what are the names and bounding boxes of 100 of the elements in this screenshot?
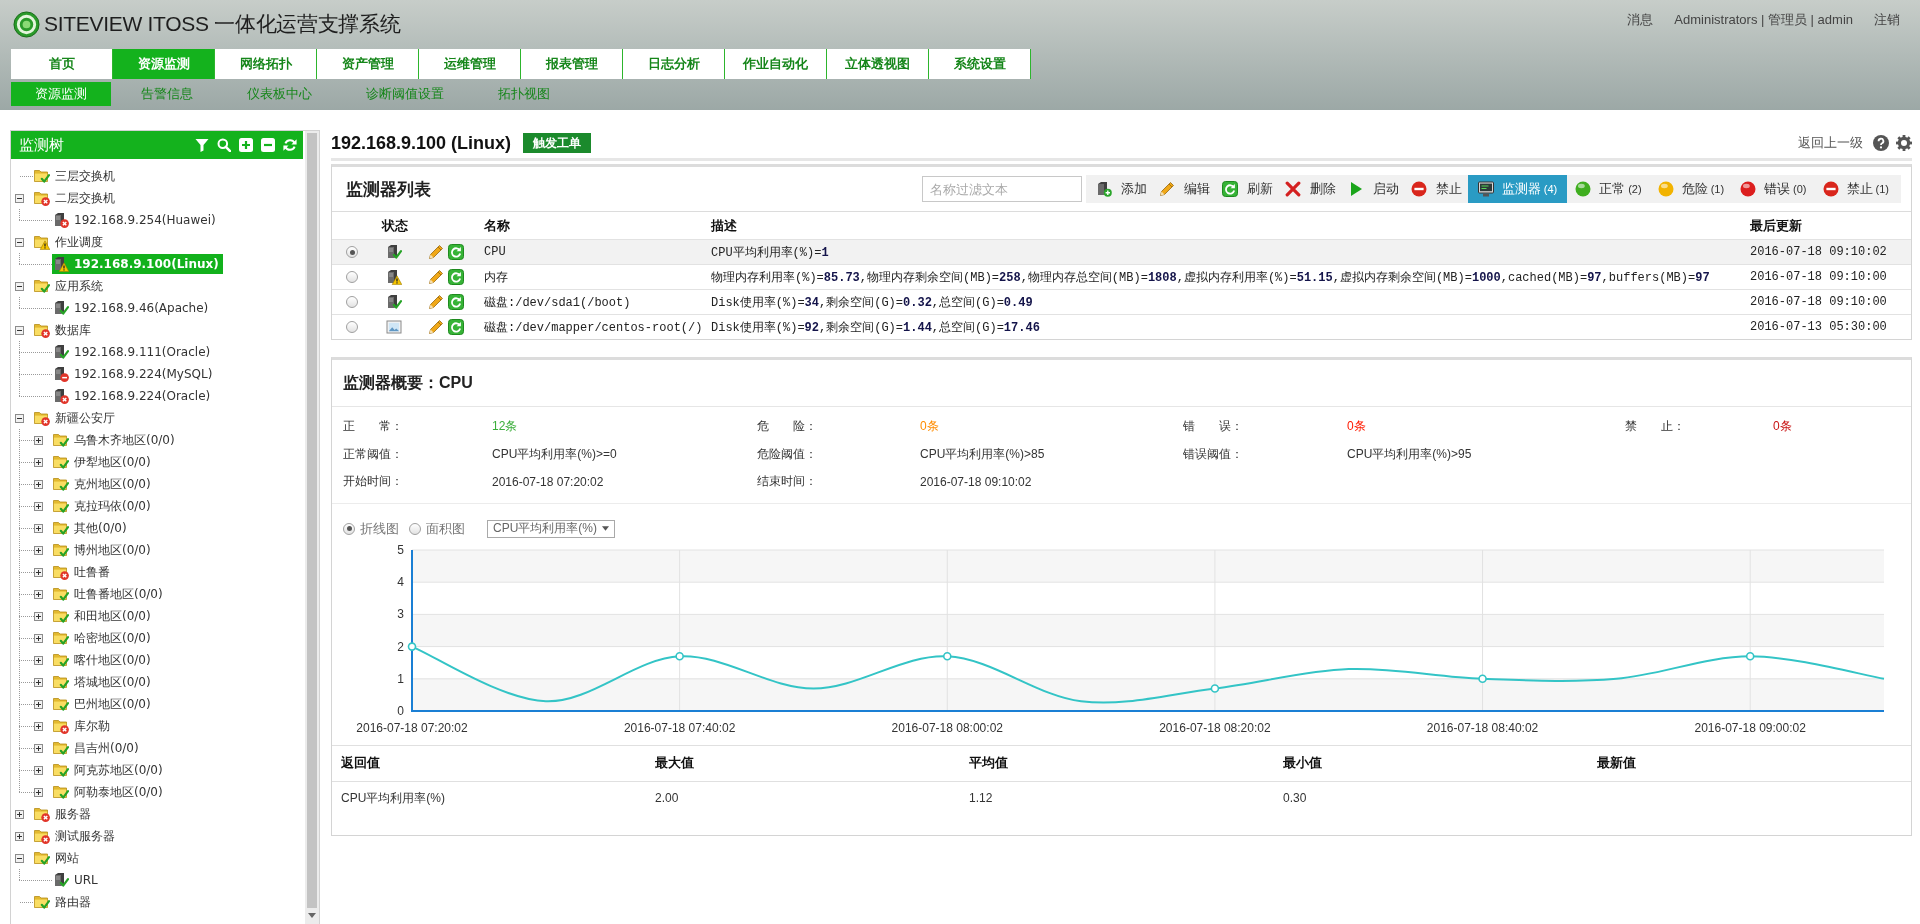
refresh-button[interactable]: 刷新: [1215, 175, 1279, 203]
tree-item[interactable]: 192.168.9.224(Oracle): [52, 386, 215, 406]
radio-label[interactable]: 折线图: [360, 519, 399, 538]
delete-button[interactable]: 删除: [1278, 175, 1342, 203]
tree-item[interactable]: 伊犁地区(0/0): [52, 452, 155, 472]
tree-item[interactable]: 二层交换机: [33, 188, 119, 208]
expand-icon[interactable]: [34, 655, 43, 665]
row-radio[interactable]: [346, 296, 358, 308]
tree-item[interactable]: 克拉玛依(0/0): [52, 496, 155, 516]
start-button[interactable]: 启动: [1341, 175, 1405, 203]
tree-item[interactable]: 阿勒泰地区(0/0): [52, 782, 167, 802]
row-radio[interactable]: [346, 271, 358, 283]
expand-icon[interactable]: [34, 633, 43, 643]
filter-tab[interactable]: 危险 (1): [1649, 175, 1733, 203]
tree-item[interactable]: 应用系统: [33, 276, 107, 296]
minus-square-icon[interactable]: [261, 138, 275, 152]
tree-item[interactable]: 路由器: [33, 892, 95, 912]
expand-icon[interactable]: [34, 457, 43, 467]
tree-item[interactable]: 192.168.9.111(Oracle): [52, 342, 215, 362]
tree-item[interactable]: 192.168.9.224(MySQL): [52, 364, 217, 384]
filter-tab[interactable]: 禁止 (1): [1814, 175, 1897, 203]
expand-icon[interactable]: [34, 699, 43, 709]
tree-item[interactable]: 测试服务器: [33, 826, 119, 846]
scroll-arrow-icon[interactable]: [308, 913, 316, 918]
scrollbar[interactable]: [305, 131, 319, 924]
refresh-icon[interactable]: [448, 269, 464, 285]
metric-select[interactable]: CPU平均利用率(%): [487, 519, 615, 538]
header-link[interactable]: Administrators | 管理员 | admin: [1674, 11, 1853, 29]
expand-icon[interactable]: [34, 567, 43, 577]
disable-button[interactable]: 禁止: [1404, 175, 1468, 203]
expand-icon[interactable]: [15, 809, 24, 819]
tree-item[interactable]: 新疆公安厅: [33, 408, 119, 428]
expand-icon[interactable]: [34, 677, 43, 687]
nav-tab[interactable]: 资产管理: [317, 49, 419, 79]
nav-tab[interactable]: 报表管理: [521, 49, 623, 79]
nav-tab[interactable]: 首页: [11, 49, 113, 79]
filter-tab[interactable]: 正常 (2): [1567, 175, 1650, 203]
tree-item[interactable]: 塔城地区(0/0): [52, 672, 155, 692]
expand-icon[interactable]: [34, 721, 43, 731]
tree-item[interactable]: 哈密地区(0/0): [52, 628, 155, 648]
tree-item[interactable]: 博州地区(0/0): [52, 540, 155, 560]
expand-icon[interactable]: [15, 831, 24, 841]
nav-tab[interactable]: 运维管理: [419, 49, 521, 79]
expand-icon[interactable]: [34, 787, 43, 797]
expand-icon[interactable]: [34, 479, 43, 489]
back-link[interactable]: 返回上一级: [1798, 134, 1863, 152]
plus-square-icon[interactable]: [239, 138, 253, 152]
tree-item[interactable]: 和田地区(0/0): [52, 606, 155, 626]
radio-label[interactable]: 面积图: [426, 519, 465, 538]
tree-item[interactable]: 网站: [33, 848, 83, 868]
search-icon[interactable]: [217, 138, 231, 152]
tree-item[interactable]: 三层交换机: [33, 166, 119, 186]
tree-item[interactable]: 数据库: [33, 320, 95, 340]
tree-item[interactable]: 乌鲁木齐地区(0/0): [52, 430, 179, 450]
expand-icon[interactable]: [34, 435, 43, 445]
refresh-icon[interactable]: [448, 294, 464, 310]
header-link[interactable]: 注销: [1874, 11, 1900, 29]
expand-icon[interactable]: [34, 765, 43, 775]
nav-tab[interactable]: 作业自动化: [725, 49, 827, 79]
help-icon[interactable]: [1873, 135, 1889, 151]
expand-icon[interactable]: [34, 611, 43, 621]
header-link[interactable]: 消息: [1627, 11, 1654, 29]
nav-tab[interactable]: 系统设置: [929, 49, 1031, 79]
nav-tab[interactable]: 网络拓扑: [215, 49, 317, 79]
collapse-icon[interactable]: [15, 413, 24, 423]
tree-item[interactable]: 喀什地区(0/0): [52, 650, 155, 670]
pencil-icon[interactable]: [428, 294, 444, 310]
tree-item[interactable]: 吐鲁番: [52, 562, 114, 582]
row-radio[interactable]: [346, 321, 358, 333]
tree-item[interactable]: 吐鲁番地区(0/0): [52, 584, 167, 604]
tree-item[interactable]: 其他(0/0): [52, 518, 131, 538]
tree-item[interactable]: 克州地区(0/0): [52, 474, 155, 494]
filter-icon[interactable]: [195, 138, 209, 152]
filter-tab[interactable]: 错误 (0): [1732, 175, 1815, 203]
tree-item[interactable]: 192.168.9.46(Apache): [52, 298, 213, 318]
tree-item[interactable]: 库尔勒: [52, 716, 114, 736]
refresh-icon[interactable]: [448, 319, 464, 335]
expand-icon[interactable]: [34, 589, 43, 599]
collapse-icon[interactable]: [15, 193, 24, 203]
tree-item[interactable]: 巴州地区(0/0): [52, 694, 155, 714]
tree-item[interactable]: 服务器: [33, 804, 95, 824]
expand-icon[interactable]: [34, 501, 43, 511]
nav-tab[interactable]: 日志分析: [623, 49, 725, 79]
trigger-button[interactable]: 触发工单: [523, 133, 592, 153]
refresh-icon[interactable]: [448, 244, 464, 260]
settings-icon[interactable]: [1896, 135, 1912, 151]
filter-field[interactable]: 名称过滤文本: [921, 176, 1082, 202]
pencil-icon[interactable]: [428, 319, 444, 335]
pencil-icon[interactable]: [428, 244, 444, 260]
edit-button[interactable]: 编辑: [1152, 175, 1216, 203]
expand-icon[interactable]: [34, 743, 43, 753]
nav-tab[interactable]: 立体透视图: [827, 49, 929, 79]
collapse-icon[interactable]: [15, 237, 24, 247]
radio-button[interactable]: [409, 522, 421, 535]
add-button[interactable]: 添加: [1089, 175, 1153, 203]
tree-item[interactable]: 192.168.9.254(Huawei): [52, 210, 220, 230]
tree-item[interactable]: 昌吉州(0/0): [52, 738, 143, 758]
radio-button[interactable]: [343, 522, 355, 535]
collapse-icon[interactable]: [15, 281, 24, 291]
expand-icon[interactable]: [34, 545, 43, 555]
